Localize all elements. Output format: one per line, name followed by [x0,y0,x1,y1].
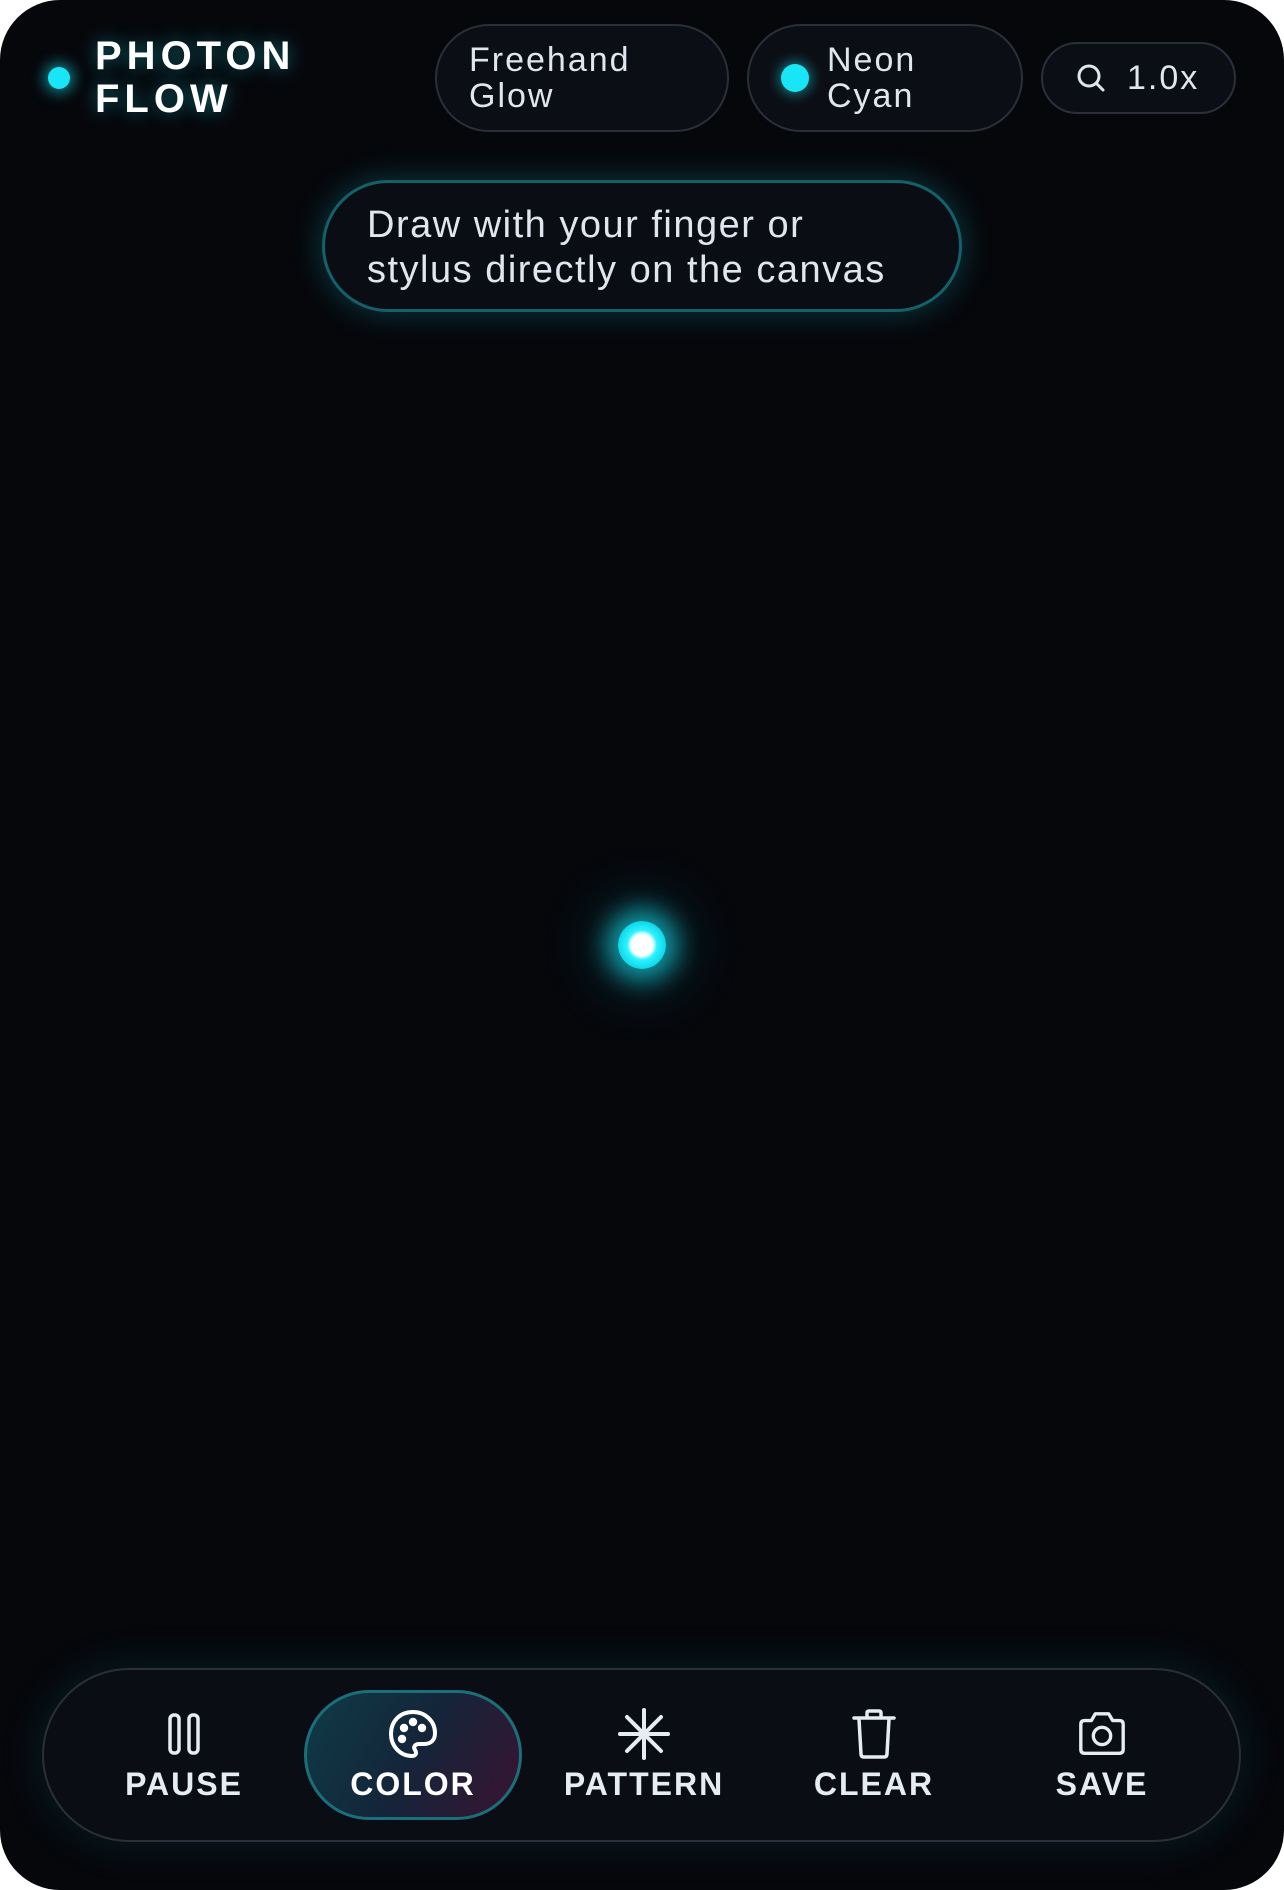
pause-icon [158,1708,210,1760]
drawing-hint-text: Draw with your finger or stylus directly… [367,204,886,291]
brand-dot-icon [48,67,70,89]
pattern-label: PATTERN [563,1765,725,1802]
asterisk-icon [618,1707,670,1760]
palette-icon [387,1708,439,1760]
brush-mode-label: Freehand Glow [469,41,631,115]
pause-label: PAUSE [125,1765,243,1802]
pattern-button[interactable]: PATTERN [544,1690,744,1820]
search-icon [1075,62,1107,94]
color-label: COLOR [350,1765,476,1802]
pause-button[interactable]: PAUSE [84,1690,284,1820]
zoom-level: 1.0x [1127,58,1200,97]
color-button[interactable]: COLOR [304,1690,522,1820]
zoom-control[interactable]: 1.0x [1041,42,1236,114]
app-brand: PHOTON FLOW [48,30,355,126]
camera-icon [1076,1708,1128,1760]
clear-label: CLEAR [813,1765,935,1802]
trash-icon [848,1708,900,1760]
bottom-toolbar: PAUSE COLOR PATTERN CLEAR SAVE [42,1668,1241,1842]
drawing-hint: Draw with your finger or stylus directly… [322,180,962,312]
color-selector[interactable]: Neon Cyan [747,24,1023,132]
save-button[interactable]: SAVE [1002,1690,1202,1820]
app-title: PHOTON FLOW [95,34,296,121]
brush-mode-selector[interactable]: Freehand Glow [435,24,729,132]
clear-button[interactable]: CLEAR [774,1690,974,1820]
color-swatch-icon [781,64,809,92]
app-screen: PHOTON FLOW Freehand Glow Neon Cyan 1.0x… [0,0,1284,1890]
brush-cursor [618,921,666,969]
save-label: SAVE [1055,1765,1149,1802]
color-name-label: Neon Cyan [827,41,917,115]
